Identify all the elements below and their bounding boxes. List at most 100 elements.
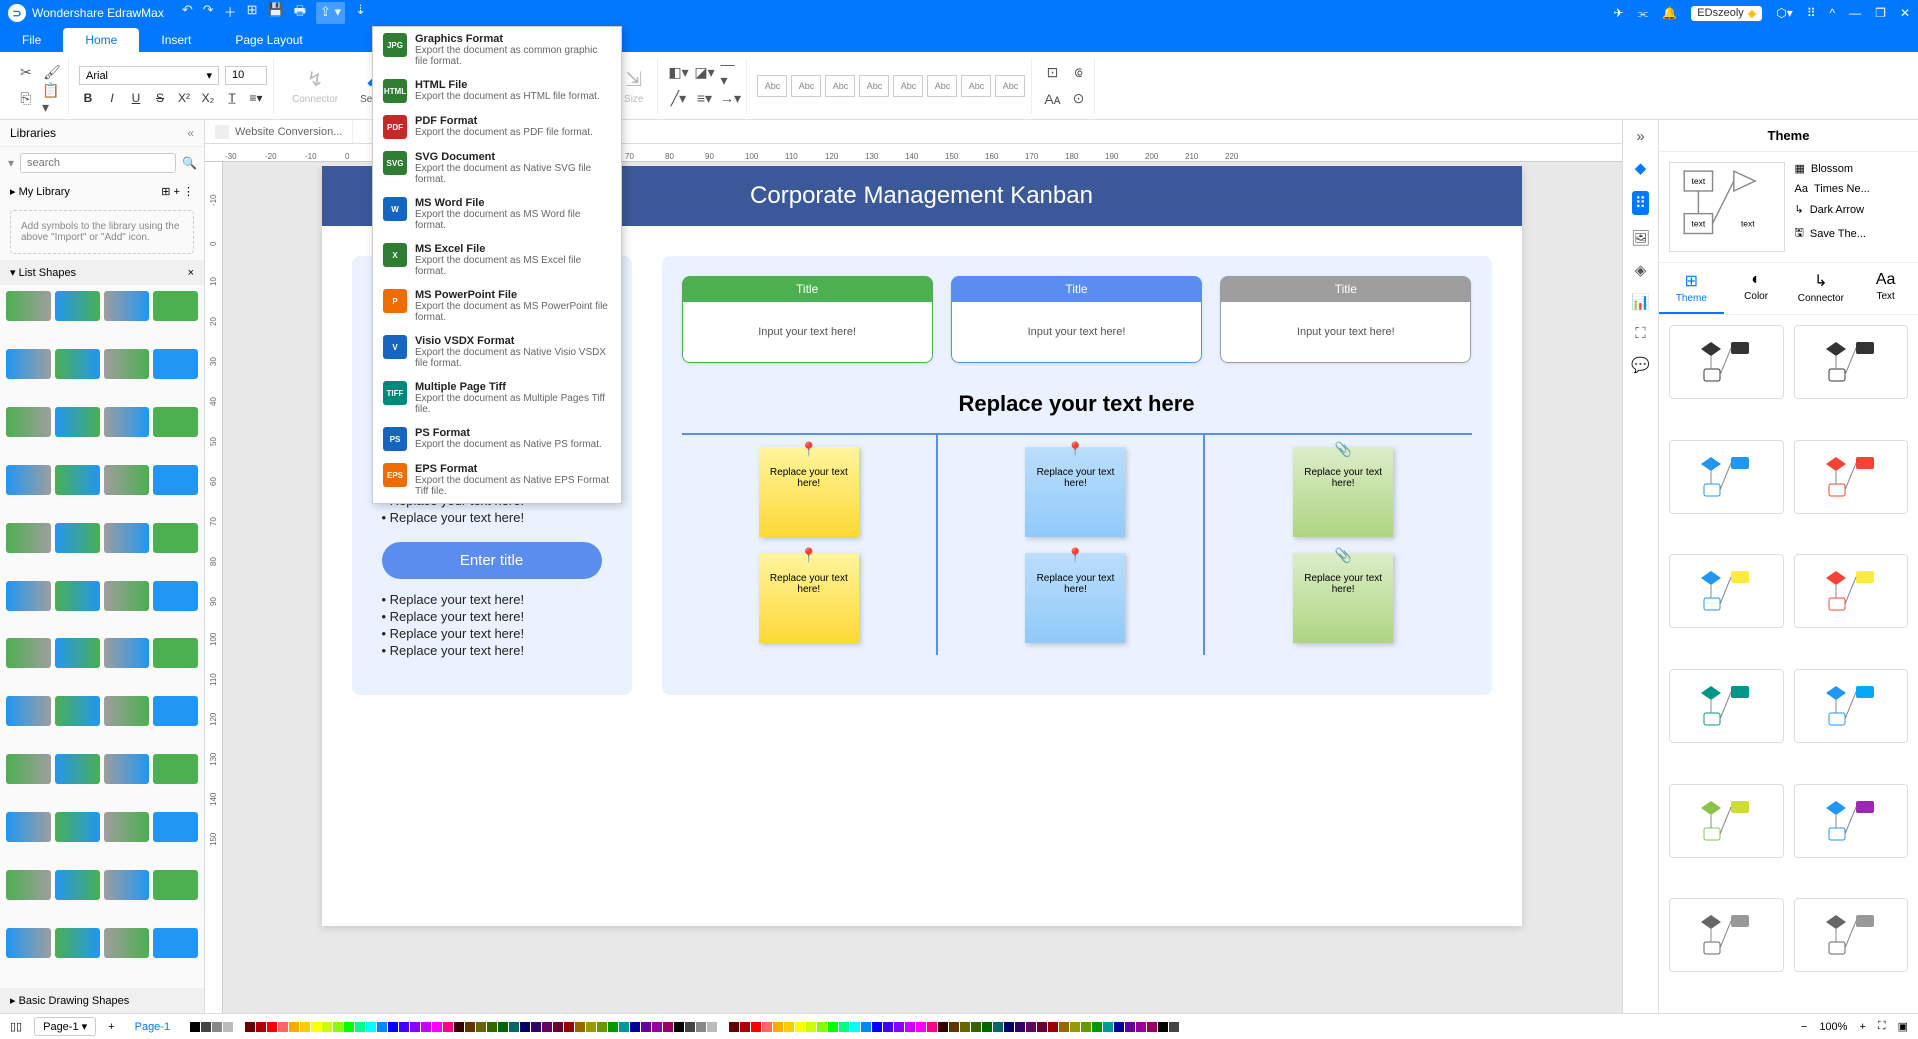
color-swatch[interactable] [608, 1022, 618, 1032]
find-icon[interactable]: ⊡ [1042, 63, 1062, 83]
color-swatch[interactable] [784, 1022, 794, 1032]
bell-icon[interactable]: 🔔 [1662, 6, 1677, 20]
shape-thumb[interactable] [104, 754, 149, 784]
shape-style-7[interactable]: Abc [961, 75, 991, 97]
color-swatch[interactable] [586, 1022, 596, 1032]
theme-thumb-4[interactable] [1669, 554, 1784, 628]
zoom-in-icon[interactable]: + [1859, 1021, 1865, 1033]
color-swatch[interactable] [707, 1022, 717, 1032]
lib-add-icon[interactable]: + [174, 186, 180, 198]
color-swatch[interactable] [762, 1022, 772, 1032]
save-icon[interactable]: 💾 [268, 2, 284, 24]
color-swatch[interactable] [696, 1022, 706, 1032]
theme-thumb-3[interactable] [1794, 440, 1909, 514]
page-tab[interactable]: Page-1 [127, 1019, 178, 1035]
color-swatch[interactable] [201, 1022, 211, 1032]
theme-opt-3[interactable]: 🖫Save The... [1795, 224, 1909, 243]
color-swatch[interactable] [234, 1022, 244, 1032]
shape-thumb[interactable] [104, 465, 149, 495]
export-svg-document[interactable]: SVGSVG DocumentExport the document as Na… [373, 145, 621, 191]
chart-rail-icon[interactable]: 📊 [1631, 293, 1650, 311]
color-swatch[interactable] [1114, 1022, 1124, 1032]
search-input[interactable] [20, 153, 176, 173]
color-swatch[interactable] [773, 1022, 783, 1032]
color-swatch[interactable] [1169, 1022, 1179, 1032]
kanban-card-blue[interactable]: TitleInput your text here! [951, 276, 1202, 363]
color-swatch[interactable] [289, 1022, 299, 1032]
minimize-icon[interactable]: — [1849, 6, 1861, 20]
color-swatch[interactable] [256, 1022, 266, 1032]
collapse-left-icon[interactable]: « [187, 126, 194, 140]
shape-thumb[interactable] [55, 812, 100, 842]
color-swatch[interactable] [300, 1022, 310, 1032]
shape-thumb[interactable] [55, 581, 100, 611]
list-shapes-header[interactable]: ▾ List Shapes× [0, 260, 204, 285]
color-swatch[interactable] [619, 1022, 629, 1032]
shape-style-4[interactable]: Abc [859, 75, 889, 97]
subscript-button[interactable]: X₂ [199, 91, 217, 105]
replace-icon[interactable]: ⊙ [1068, 89, 1088, 109]
shape-thumb[interactable] [153, 696, 198, 726]
menu-tab-home[interactable]: Home [63, 28, 139, 52]
color-swatch[interactable] [1147, 1022, 1157, 1032]
shape-thumb[interactable] [153, 523, 198, 553]
shape-style-5[interactable]: Abc [893, 75, 923, 97]
color-swatch[interactable] [927, 1022, 937, 1032]
theme-thumb-2[interactable] [1669, 440, 1784, 514]
shape-thumb[interactable] [55, 754, 100, 784]
strike-button[interactable]: S [151, 91, 169, 105]
shape-thumb[interactable] [6, 870, 51, 900]
search-icon[interactable]: 🔍 [182, 156, 197, 170]
redo-icon[interactable]: ↷ [203, 2, 214, 24]
color-swatch[interactable] [960, 1022, 970, 1032]
shape-style-1[interactable]: Abc [757, 75, 787, 97]
color-swatch[interactable] [278, 1022, 288, 1032]
export-ms-excel-file[interactable]: XMS Excel FileExport the document as MS … [373, 237, 621, 283]
color-swatch[interactable] [663, 1022, 673, 1032]
shape-thumb[interactable] [55, 407, 100, 437]
color-swatch[interactable] [652, 1022, 662, 1032]
undo-icon[interactable]: ↶ [182, 2, 193, 24]
export-graphics-format[interactable]: JPGGraphics FormatExport the document as… [373, 27, 621, 73]
color-swatch[interactable] [993, 1022, 1003, 1032]
shape-style-6[interactable]: Abc [927, 75, 957, 97]
shape-thumb[interactable] [55, 928, 100, 958]
color-swatch[interactable] [432, 1022, 442, 1032]
color-swatch[interactable] [597, 1022, 607, 1032]
sticky-note-blue[interactable]: 📍Replace your text here! [1025, 447, 1125, 537]
shape-thumb[interactable] [55, 465, 100, 495]
color-swatch[interactable] [1015, 1022, 1025, 1032]
color-swatch[interactable] [949, 1022, 959, 1032]
shape-thumb[interactable] [153, 581, 198, 611]
menu-tab-file[interactable]: File [0, 28, 63, 52]
color-swatch[interactable] [1026, 1022, 1036, 1032]
font-family-select[interactable]: Arial▾ [79, 66, 219, 85]
theme-thumb-5[interactable] [1794, 554, 1909, 628]
shape-style-8[interactable]: Abc [995, 75, 1025, 97]
page-layout-icon[interactable]: ▯▯ [10, 1020, 22, 1033]
focus-rail-icon[interactable]: ⛶ [1635, 325, 1646, 342]
color-swatch[interactable] [740, 1022, 750, 1032]
color-swatch[interactable] [399, 1022, 409, 1032]
theme-thumb-9[interactable] [1794, 784, 1909, 858]
theme-opt-1[interactable]: AaTimes Ne... [1795, 183, 1909, 195]
theme-opt-0[interactable]: ▦Blossom [1795, 162, 1909, 175]
color-swatch[interactable] [1048, 1022, 1058, 1032]
my-library-section[interactable]: ▸ My Library⊞ + ⋮ [0, 179, 204, 204]
shape-thumb[interactable] [55, 870, 100, 900]
shape-thumb[interactable] [55, 696, 100, 726]
title-pill[interactable]: Enter title [382, 542, 602, 579]
shape-style-3[interactable]: Abc [825, 75, 855, 97]
copy-icon[interactable]: ⎘ [16, 89, 36, 109]
comment-rail-icon[interactable]: 💬 [1631, 356, 1650, 374]
gift-icon[interactable]: ⬡▾ [1776, 6, 1793, 20]
connector-tool[interactable]: ↯Connector [284, 65, 346, 107]
shape-thumb[interactable] [104, 291, 149, 321]
right-tab-color[interactable]: ◐Color [1724, 263, 1789, 314]
color-swatch[interactable] [1004, 1022, 1014, 1032]
shape-thumb[interactable] [104, 696, 149, 726]
color-swatch[interactable] [1059, 1022, 1069, 1032]
color-strip[interactable] [190, 1022, 1179, 1032]
color-swatch[interactable] [311, 1022, 321, 1032]
theme-rail-icon[interactable]: ◆ [1635, 159, 1647, 177]
